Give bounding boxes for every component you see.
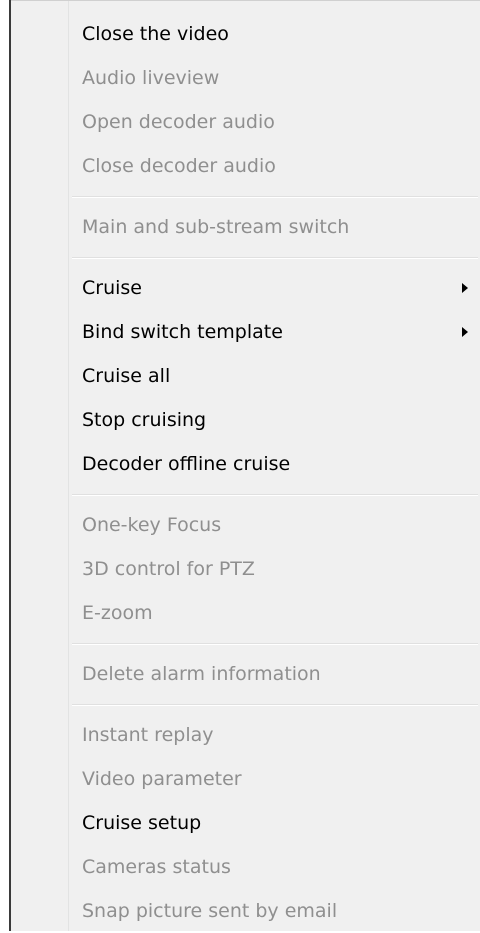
menu-item-cruise-label: Cruise — [82, 277, 142, 299]
menu-item-close-video[interactable]: Close the video — [11, 12, 480, 56]
menu-item-instant-replay[interactable]: Instant replay — [11, 713, 480, 757]
menu-item-cruise-setup-label: Cruise setup — [82, 812, 202, 834]
menu-separator — [11, 249, 480, 266]
menu-items-list: Close the video Audio liveview Open decode… — [11, 12, 480, 933]
menu-item-snap-picture-email-label: Snap picture sent by email — [82, 900, 338, 922]
menu-item-delete-alarm-info-label: Delete alarm information — [82, 663, 321, 685]
menu-item-stream-switch[interactable]: Main and sub-stream switch — [11, 205, 480, 249]
menu-item-open-decoder-audio-label: Open decoder audio — [82, 111, 275, 133]
menu-item-cruise[interactable]: Cruise — [11, 266, 480, 310]
menu-item-stop-cruising-label: Stop cruising — [82, 409, 207, 431]
menu-item-open-decoder-audio[interactable]: Open decoder audio — [11, 100, 480, 144]
menu-item-e-zoom[interactable]: E-zoom — [11, 591, 480, 635]
submenu-arrow-icon — [462, 283, 468, 293]
menu-item-decoder-offline-cruise[interactable]: Decoder offline cruise — [11, 442, 480, 486]
menu-item-cruise-all-label: Cruise all — [82, 365, 171, 387]
menu-item-delete-alarm-info[interactable]: Delete alarm information — [11, 652, 480, 696]
submenu-arrow-icon — [462, 327, 468, 337]
menu-separator — [11, 486, 480, 503]
menu-item-cameras-status[interactable]: Cameras status — [11, 845, 480, 889]
menu-item-stream-switch-label: Main and sub-stream switch — [82, 216, 350, 238]
menu-item-cameras-status-label: Cameras status — [82, 856, 231, 878]
menu-item-bind-switch-template-label: Bind switch template — [82, 321, 283, 343]
menu-item-audio-liveview[interactable]: Audio liveview — [11, 56, 480, 100]
menu-item-decoder-offline-cruise-label: Decoder offline cruise — [82, 453, 291, 475]
menu-separator — [11, 188, 480, 205]
menu-item-cruise-all[interactable]: Cruise all — [11, 354, 480, 398]
menu-item-snap-picture-email[interactable]: Snap picture sent by email — [11, 889, 480, 933]
menu-item-cruise-setup[interactable]: Cruise setup — [11, 801, 480, 845]
menu-item-audio-liveview-label: Audio liveview — [82, 67, 220, 89]
menu-item-close-decoder-audio-label: Close decoder audio — [82, 155, 276, 177]
menu-separator — [11, 635, 480, 652]
menu-item-one-key-focus-label: One-key Focus — [82, 514, 222, 536]
menu-item-bind-switch-template[interactable]: Bind switch template — [11, 310, 480, 354]
menu-item-3d-control-ptz-label: 3D control for PTZ — [82, 558, 255, 580]
menu-item-instant-replay-label: Instant replay — [82, 724, 214, 746]
menu-item-close-decoder-audio[interactable]: Close decoder audio — [11, 144, 480, 188]
menu-item-one-key-focus[interactable]: One-key Focus — [11, 503, 480, 547]
menu-item-3d-control-ptz[interactable]: 3D control for PTZ — [11, 547, 480, 591]
menu-item-e-zoom-label: E-zoom — [82, 602, 153, 624]
menu-item-close-video-label: Close the video — [82, 23, 229, 45]
menu-item-stop-cruising[interactable]: Stop cruising — [11, 398, 480, 442]
menu-separator — [11, 696, 480, 713]
menu-item-video-parameter[interactable]: Video parameter — [11, 757, 480, 801]
menu-item-video-parameter-label: Video parameter — [82, 768, 242, 790]
context-menu: Close the video Audio liveview Open decode… — [11, 0, 480, 931]
